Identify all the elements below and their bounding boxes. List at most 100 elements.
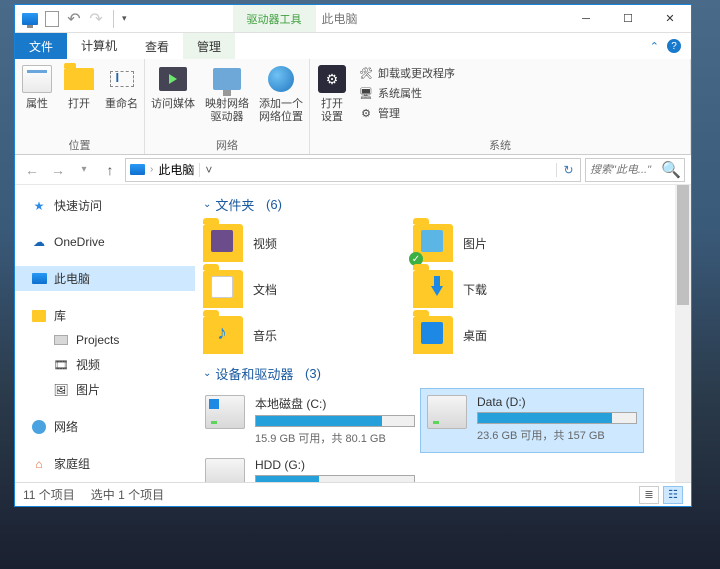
search-box[interactable]: 🔍 [585,158,685,182]
scroll-thumb[interactable] [677,185,689,305]
thispc-icon[interactable] [21,10,39,28]
nav-back-icon[interactable]: ← [21,159,43,181]
ribbon-group-system: ⚙打开 设置 🛠卸载或更改程序 🖥系统属性 ⚙管理 系统 [310,59,691,154]
network-icon [31,419,47,435]
folder-icon [203,270,243,308]
document-icon[interactable] [43,10,61,28]
nav-homegroup[interactable]: ⌂家庭组 [15,451,195,476]
tab-file[interactable]: 文件 [15,33,67,59]
tiles-view-button[interactable]: ☷ [663,486,683,504]
tab-computer[interactable]: 计算机 [67,33,131,59]
titlebar: ↶ ↷ ▾ 驱动器工具 此电脑 ─ ☐ ✕ [15,5,691,33]
folder-downloads[interactable]: 下载 [409,266,619,312]
separator [113,10,114,28]
ribbon-group-network: 访问媒体 映射网络 驱动器 添加一个 网络位置 网络 [145,59,310,154]
ribbon-tabs: 文件 计算机 查看 管理 ⌃ ? [15,33,691,59]
details-view-button[interactable]: ≣ [639,486,659,504]
group-label: 网络 [151,137,303,153]
undo-icon[interactable]: ↶ [65,10,83,28]
disk-icon [53,332,69,348]
nav-thispc[interactable]: 此电脑 [15,266,195,291]
quick-access-toolbar: ↶ ↷ ▾ [15,10,127,28]
maximize-button[interactable]: ☐ [607,5,649,32]
uninstall-button[interactable]: 🛠卸载或更改程序 [358,65,455,81]
collapse-ribbon-icon[interactable]: ⌃ [650,40,659,53]
map-drive-button[interactable]: 映射网络 驱动器 [205,63,249,135]
explorer-window: ↶ ↷ ▾ 驱动器工具 此电脑 ─ ☐ ✕ 文件 计算机 查看 管理 ⌃ ? 属… [14,4,692,507]
open-settings-button[interactable]: ⚙打开 设置 [316,63,348,135]
drive-g[interactable]: HDD (G:)502 GB 可用，共 833 GB [199,452,421,482]
nav-pane[interactable]: ★快速访问 ☁OneDrive 此电脑 库 Projects 🎞视频 🖼图片 网… [15,185,195,482]
folder-icon [413,270,453,308]
redo-icon[interactable]: ↷ [87,10,105,28]
nav-lib-pictures[interactable]: 🖼图片 [15,377,195,402]
search-icon[interactable]: 🔍 [660,160,682,180]
nav-lib-videos[interactable]: 🎞视频 [15,352,195,377]
star-icon: ★ [31,198,47,214]
status-selected-count: 选中 1 个项目 [91,486,164,503]
refresh-icon[interactable]: ↻ [556,163,580,177]
system-small-buttons: 🛠卸载或更改程序 🖥系统属性 ⚙管理 [358,63,455,135]
film-icon: 🎞 [53,357,69,373]
drive-icon [205,395,245,429]
address-dropdown-icon[interactable]: ˅ [199,163,217,177]
sysprops-button[interactable]: 🖥系统属性 [358,85,455,101]
folder-videos[interactable]: 视频 [199,220,409,266]
group-label: 位置 [21,137,138,153]
tab-view[interactable]: 查看 [131,33,183,59]
home-icon: ⌂ [31,456,47,472]
help-icon[interactable]: ? [667,39,681,53]
drive-d[interactable]: Data (D:)23.6 GB 可用，共 157 GB [421,389,643,452]
folder-icon [413,316,453,354]
properties-button[interactable]: 属性 [21,63,53,135]
folder-icon: ✓ [413,224,453,262]
status-bar: 11 个项目 选中 1 个项目 ≣ ☷ [15,482,691,506]
section-folders-header[interactable]: ⌄ 文件夹 (6) [199,189,691,220]
rename-button[interactable]: 重命名 [105,63,138,135]
address-bar[interactable]: › 此电脑 ˅ ↻ [125,158,581,182]
status-item-count: 11 个项目 [23,486,75,503]
vertical-scrollbar[interactable] [675,185,691,482]
chevron-down-icon: ⌄ [203,368,211,379]
nav-libraries[interactable]: 库 [15,303,195,328]
address-bar-row: ← → ▾ ↑ › 此电脑 ˅ ↻ 🔍 [15,155,691,185]
add-netloc-button[interactable]: 添加一个 网络位置 [259,63,303,135]
window-controls: ─ ☐ ✕ [565,5,691,32]
section-drives-header[interactable]: ⌄ 设备和驱动器 (3) [199,358,691,389]
open-button[interactable]: 打开 [63,63,95,135]
folder-documents[interactable]: 文档 [199,266,409,312]
access-media-button[interactable]: 访问媒体 [151,63,195,135]
thispc-icon [130,164,145,175]
drive-c[interactable]: 本地磁盘 (C:)15.9 GB 可用，共 80.1 GB [199,389,421,452]
drive-icon [205,458,245,482]
folders-grid: 视频 ✓图片 文档 下载 ♪音乐 桌面 [199,220,691,358]
manage-button[interactable]: ⚙管理 [358,105,455,121]
library-icon [31,308,47,324]
usage-bar [477,412,637,424]
usage-bar [255,415,415,427]
nav-up-icon[interactable]: ↑ [99,159,121,181]
content-pane[interactable]: ⌄ 文件夹 (6) 视频 ✓图片 文档 下载 ♪音乐 桌面 ⌄ 设备和驱动器 (… [195,185,691,482]
download-arrow-icon [431,276,443,296]
folder-pictures[interactable]: ✓图片 [409,220,619,266]
nav-onedrive[interactable]: ☁OneDrive [15,230,195,254]
folder-desktop[interactable]: 桌面 [409,312,619,358]
minimize-button[interactable]: ─ [565,5,607,32]
folder-icon: ♪ [203,316,243,354]
nav-quick-access[interactable]: ★快速访问 [15,193,195,218]
ribbon-group-location: 属性 打开 重命名 位置 [15,59,145,154]
chevron-right-icon: › [150,164,153,175]
nav-network[interactable]: 网络 [15,414,195,439]
folder-music[interactable]: ♪音乐 [199,312,409,358]
contextual-tab-label: 驱动器工具 [233,5,316,32]
breadcrumb-thispc[interactable]: 此电脑 [158,161,194,178]
nav-lib-projects[interactable]: Projects [15,328,195,352]
search-input[interactable] [586,164,660,176]
qat-customize-icon[interactable]: ▾ [122,13,127,24]
gear-icon: ⚙ [358,105,374,121]
nav-recent-icon[interactable]: ▾ [73,159,95,181]
close-button[interactable]: ✕ [649,5,691,32]
usage-bar [255,475,415,482]
tab-manage[interactable]: 管理 [183,33,235,59]
nav-forward-icon: → [47,159,69,181]
